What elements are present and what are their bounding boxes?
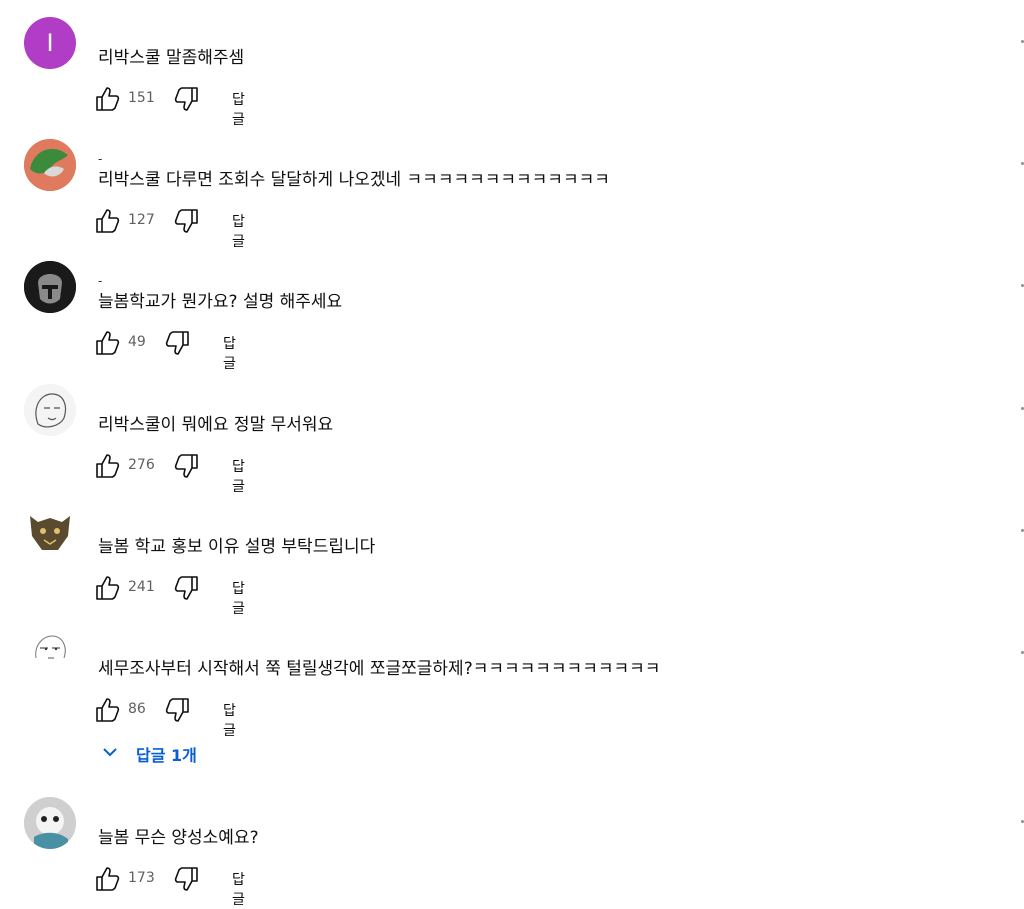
thumbs-down-icon[interactable] <box>172 452 200 480</box>
avatar[interactable] <box>24 628 76 680</box>
comment-text: 세무조사부터 시작해서 쭉 털릴생각에 쪼글쪼글하제?ㅋㅋㅋㅋㅋㅋㅋㅋㅋㅋㅋㅋ <box>98 659 661 679</box>
comment-text: 늘봄학교가 뭔가요? 설명 해주세요 <box>98 292 343 312</box>
reply-button[interactable]: 답글 <box>223 333 236 373</box>
avatar[interactable] <box>24 139 76 191</box>
thumbs-up-icon[interactable] <box>94 85 122 113</box>
thumbs-up-icon[interactable] <box>94 865 122 893</box>
comment-text: 리박스쿨 말좀해주셈 <box>98 48 245 68</box>
avatar[interactable]: I <box>24 17 76 69</box>
reply-button[interactable]: 답글 <box>232 456 245 496</box>
like-count: 241 <box>128 579 155 595</box>
chevron-down-icon <box>100 742 120 766</box>
comment-text: 리박스쿨 다루면 조회수 달달하게 나오겠네 ㅋㅋㅋㅋㅋㅋㅋㅋㅋㅋㅋㅋㅋ <box>98 170 610 190</box>
thumbs-up-icon[interactable] <box>94 574 122 602</box>
thumbs-down-icon[interactable] <box>172 207 200 235</box>
thumbs-down-icon[interactable] <box>163 329 191 357</box>
thumbs-up-icon[interactable] <box>94 696 122 724</box>
comment-author[interactable]: - <box>98 153 102 165</box>
like-count: 173 <box>128 870 155 886</box>
like-count: 86 <box>128 701 146 717</box>
thumbs-down-icon[interactable] <box>172 574 200 602</box>
avatar[interactable] <box>24 797 76 849</box>
comment-text: 늘봄 학교 홍보 이유 설명 부탁드립니다 <box>98 537 376 557</box>
reply-button[interactable]: 답글 <box>232 578 245 618</box>
thumbs-up-icon[interactable] <box>94 452 122 480</box>
reply-button[interactable]: 답글 <box>232 211 245 251</box>
reply-button[interactable]: 답글 <box>232 89 245 129</box>
reply-button[interactable]: 답글 <box>223 700 236 740</box>
thumbs-up-icon[interactable] <box>94 329 122 357</box>
avatar[interactable] <box>24 506 76 558</box>
like-count: 151 <box>128 90 155 106</box>
view-replies-label: 답글 1개 <box>136 746 197 765</box>
comment-text: 리박스쿨이 뭐에요 정말 무서워요 <box>98 415 334 435</box>
thumbs-down-icon[interactable] <box>163 696 191 724</box>
like-count: 276 <box>128 457 155 473</box>
thumbs-down-icon[interactable] <box>172 865 200 893</box>
reply-button[interactable]: 답글 <box>232 869 245 909</box>
comment-author[interactable]: - <box>98 275 102 287</box>
avatar[interactable] <box>24 261 76 313</box>
like-count: 49 <box>128 334 146 350</box>
thumbs-up-icon[interactable] <box>94 207 122 235</box>
avatar-letter: I <box>46 29 54 57</box>
thumbs-down-icon[interactable] <box>172 85 200 113</box>
comment-text: 늘봄 무슨 양성소예요? <box>98 828 259 848</box>
avatar[interactable] <box>24 384 76 436</box>
like-count: 127 <box>128 212 155 228</box>
